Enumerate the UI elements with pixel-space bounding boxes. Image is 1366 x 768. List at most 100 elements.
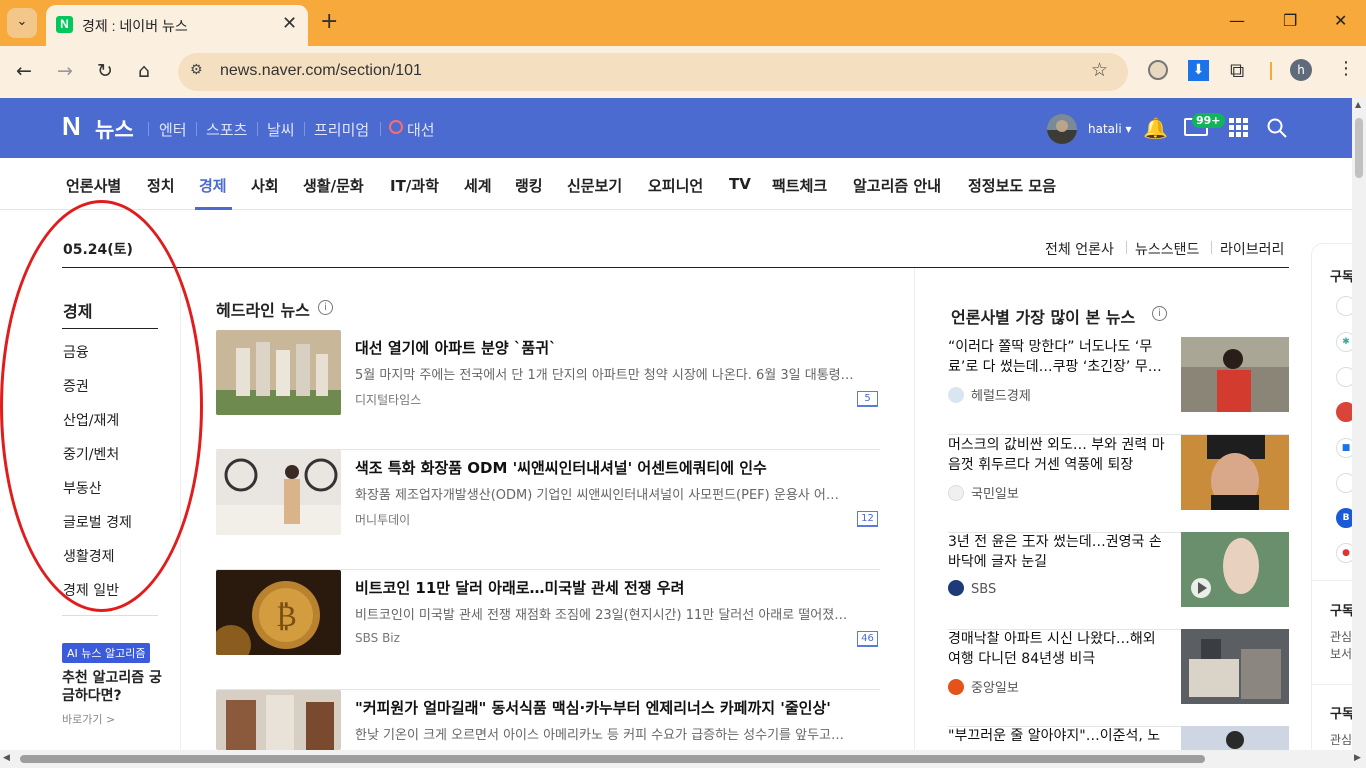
back-arrow-icon[interactable]: ← (16, 60, 32, 82)
header-link-weather[interactable]: 날씨 (267, 119, 295, 140)
article-title[interactable]: 대선 열기에 아파트 분양 `품귀` (355, 337, 880, 358)
scroll-left-icon[interactable]: ◀ (3, 753, 10, 763)
naver-logo[interactable]: N (62, 113, 84, 139)
most-viewed-thumbnail[interactable] (1181, 532, 1289, 607)
apps-grid-icon[interactable] (1229, 118, 1249, 138)
headline-article[interactable]: 색조 특화 화장품 ODM '씨앤씨인터내셔널' 어센트에쿼티에 인수 화장품 … (216, 450, 880, 570)
most-viewed-article-title[interactable]: "부끄러운 줄 알아야지"…이준석, 노 (948, 726, 1168, 750)
extension-glasses-icon[interactable] (1148, 60, 1168, 80)
most-viewed-article[interactable]: 경매낙찰 아파트 시신 나왔다…해외여행 다니던 84년생 비극 중앙일보 (948, 629, 1289, 727)
article-source[interactable]: SBS Biz (355, 631, 400, 645)
category-society[interactable]: 사회 (251, 175, 279, 196)
search-icon[interactable] (1267, 118, 1287, 138)
article-source[interactable]: 디지털타임스 (355, 391, 421, 408)
article-thumbnail[interactable] (216, 450, 341, 535)
headline-info-icon[interactable]: i (318, 300, 333, 315)
most-viewed-source[interactable]: 헤럴드경제 (948, 385, 1031, 404)
article-description[interactable]: 비트코인이 미국발 관세 전쟁 재점화 조짐에 23일(현지시간) 11만 달러… (355, 604, 880, 623)
most-viewed-thumbnail[interactable] (1181, 435, 1289, 510)
article-related-count[interactable]: 46 (857, 631, 878, 647)
most-viewed-article-title[interactable]: “이러다 쫄딱 망한다” 너도나도 ‘무료’로 다 썼는데…쿠팡 ‘초긴장’ 무… (948, 337, 1168, 377)
most-viewed-info-icon[interactable]: i (1152, 306, 1167, 321)
most-viewed-article-title[interactable]: 경매낙찰 아파트 시신 나왔다…해외여행 다니던 84년생 비극 (948, 629, 1168, 669)
news-brand[interactable]: 뉴스 (95, 114, 134, 144)
header-link-premium[interactable]: 프리미엄 (314, 119, 369, 140)
category-newspaper[interactable]: 신문보기 (567, 175, 622, 196)
ai-algorithm-text[interactable]: 추천 알고리즘 궁금하다면? (62, 669, 172, 705)
most-viewed-thumbnail[interactable] (1181, 726, 1289, 750)
headline-article[interactable]: 대선 열기에 아파트 분양 `품귀` 5월 마지막 주에는 전국에서 단 1개 … (216, 330, 880, 450)
article-thumbnail[interactable] (216, 330, 341, 415)
download-icon[interactable]: ⬇ (1188, 60, 1209, 81)
scroll-right-icon[interactable]: ▶ (1354, 753, 1361, 763)
article-title[interactable]: "커피원가 얼마길래" 동서식품 맥심·카누부터 엔제리너스 카페까지 '줄인상… (355, 697, 880, 718)
bookmark-star-icon[interactable]: ☆ (1091, 59, 1108, 81)
article-description[interactable]: 한낮 기온이 크게 오르면서 아이스 아메리카노 등 커피 수요가 급증하는 성… (355, 724, 880, 743)
scroll-up-icon[interactable]: ▲ (1355, 100, 1361, 109)
category-factcheck[interactable]: 팩트체크 (772, 175, 827, 196)
horizontal-scroll-thumb[interactable] (20, 755, 1205, 763)
horizontal-scrollbar[interactable]: ◀ ▶ (0, 750, 1366, 768)
article-description[interactable]: 5월 마지막 주에는 전국에서 단 1개 단지의 아파트만 청약 시장에 나온다… (355, 364, 880, 383)
article-title[interactable]: 비트코인 11만 달러 아래로…미국발 관세 전쟁 우려 (355, 577, 880, 598)
profile-avatar-icon[interactable]: h (1290, 59, 1312, 81)
article-related-count[interactable]: 5 (857, 391, 878, 407)
most-viewed-article[interactable]: 3년 전 윤은 王자 썼는데…권영국 손바닥에 글자 눈길 SBS (948, 532, 1289, 630)
most-viewed-article[interactable]: 머스크의 값비싼 외도… 부와 권력 마음껏 휘두르다 거센 역풍에 퇴장 국민… (948, 435, 1289, 533)
restore-icon[interactable]: ❐ (1283, 11, 1297, 30)
headline-article[interactable]: ₿ 비트코인 11만 달러 아래로…미국발 관세 전쟁 우려 비트코인이 미국발… (216, 570, 880, 690)
extensions-puzzle-icon[interactable]: ⧉ (1230, 58, 1244, 82)
article-title[interactable]: 색조 특화 화장품 ODM '씨앤씨인터내셔널' 어센트에쿼티에 인수 (355, 457, 880, 478)
category-economy[interactable]: 경제 (199, 175, 227, 196)
header-link-enter[interactable]: 엔터 (159, 119, 187, 140)
category-ranking[interactable]: 랭킹 (515, 175, 543, 196)
category-tv[interactable]: TV (729, 175, 751, 193)
minimize-icon[interactable]: — (1229, 11, 1245, 30)
article-thumbnail[interactable] (216, 690, 341, 750)
most-viewed-article[interactable]: "부끄러운 줄 알아야지"…이준석, 노 (948, 726, 1289, 750)
browser-tab[interactable]: N 경제 : 네이버 뉴스 ✕ (46, 5, 308, 46)
most-viewed-article-title[interactable]: 머스크의 값비싼 외도… 부와 권력 마음껏 휘두르다 거센 역풍에 퇴장 (948, 435, 1168, 475)
header-link-election[interactable]: 대선 (407, 119, 435, 140)
headline-article[interactable]: "커피원가 얼마길래" 동서식품 맥심·카누부터 엔제리너스 카페까지 '줄인상… (216, 690, 880, 750)
article-source[interactable]: 머니투데이 (355, 511, 410, 528)
category-politics[interactable]: 정치 (147, 175, 175, 196)
category-life-culture[interactable]: 생활/문화 (303, 175, 364, 196)
most-viewed-thumbnail[interactable] (1181, 629, 1289, 704)
category-corrections[interactable]: 정정보도 모음 (968, 175, 1056, 196)
window-close-icon[interactable]: ✕ (1334, 11, 1347, 30)
reload-icon[interactable]: ↻ (97, 60, 113, 82)
most-viewed-source[interactable]: 국민일보 (948, 483, 1019, 502)
category-press[interactable]: 언론사별 (66, 175, 121, 196)
most-viewed-article-title[interactable]: 3년 전 윤은 王자 썼는데…권영국 손바닥에 글자 눈길 (948, 532, 1168, 572)
new-tab-plus-icon[interactable]: + (320, 9, 338, 34)
category-algorithm[interactable]: 알고리즘 안내 (853, 175, 941, 196)
menu-kebab-icon[interactable]: ⋮ (1337, 58, 1355, 79)
site-settings-icon[interactable]: ⚙ (190, 62, 203, 78)
tab-list-chevron-icon[interactable]: ⌄ (7, 8, 37, 38)
link-newsstand[interactable]: 뉴스스탠드 (1135, 239, 1199, 259)
category-world[interactable]: 세계 (464, 175, 492, 196)
ai-algorithm-link[interactable]: 바로가기 > (62, 711, 115, 727)
most-viewed-article[interactable]: “이러다 쫄딱 망한다” 너도나도 ‘무료’로 다 썼는데…쿠팡 ‘초긴장’ 무… (948, 337, 1289, 435)
header-link-sports[interactable]: 스포츠 (206, 119, 247, 140)
article-thumbnail[interactable]: ₿ (216, 570, 341, 655)
category-it-science[interactable]: IT/과학 (390, 175, 439, 196)
link-library[interactable]: 라이브러리 (1220, 239, 1284, 259)
article-description[interactable]: 화장품 제조업자개발생산(ODM) 기업인 씨앤씨인터내셔널이 사모펀드(PEF… (355, 484, 880, 503)
vertical-scroll-thumb[interactable] (1355, 118, 1363, 178)
most-viewed-source[interactable]: 중앙일보 (948, 677, 1019, 696)
home-icon[interactable]: ⌂ (138, 60, 150, 82)
username-menu[interactable]: hatali ▾ (1088, 122, 1132, 136)
most-viewed-thumbnail[interactable] (1181, 337, 1289, 412)
forward-arrow-icon[interactable]: → (57, 60, 73, 82)
user-avatar[interactable] (1047, 114, 1077, 144)
link-all-press[interactable]: 전체 언론사 (1045, 239, 1114, 259)
notification-bell-icon[interactable]: 🔔 (1143, 116, 1168, 140)
vertical-scrollbar[interactable]: ▲ (1352, 98, 1366, 750)
address-bar[interactable]: ⚙ news.naver.com/section/101 ☆ (178, 53, 1128, 91)
most-viewed-source[interactable]: SBS (948, 580, 996, 597)
article-related-count[interactable]: 12 (857, 511, 878, 527)
tab-close-icon[interactable]: ✕ (282, 13, 297, 34)
category-opinion[interactable]: 오피니언 (648, 175, 703, 196)
